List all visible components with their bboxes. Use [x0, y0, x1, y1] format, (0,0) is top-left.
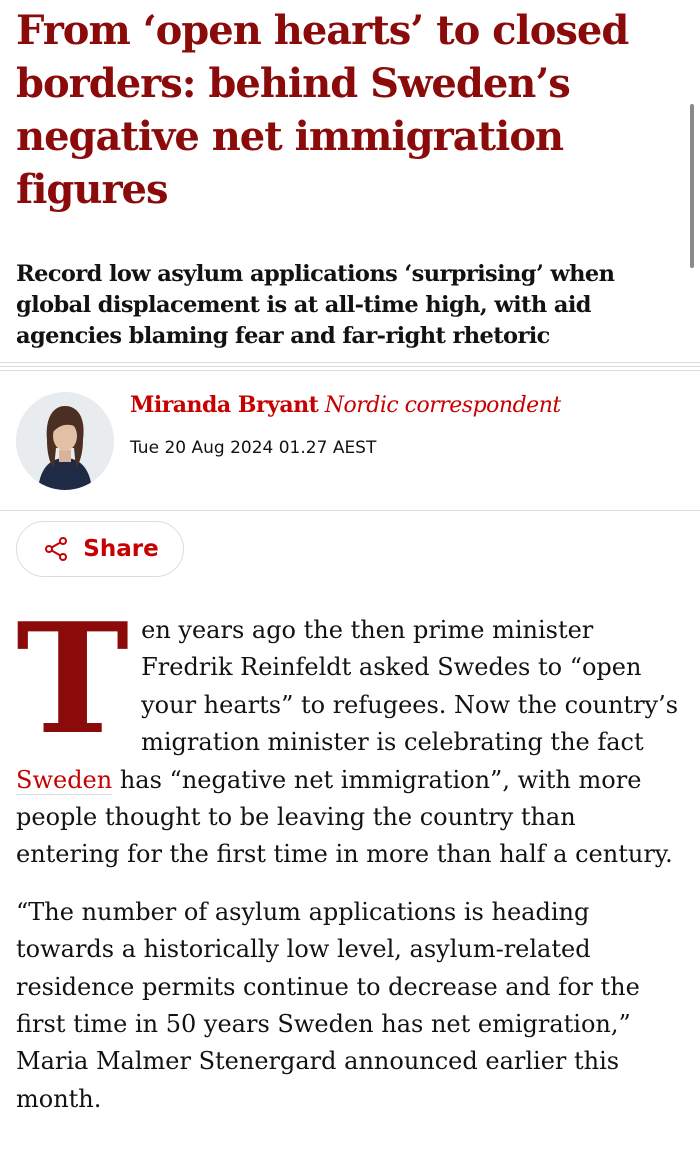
- paragraph-1-text-a: en years ago the then prime minister Fre…: [141, 616, 679, 757]
- share-icon: [45, 537, 68, 561]
- byline-divider: [0, 510, 700, 511]
- scrollbar[interactable]: [690, 104, 694, 268]
- publish-date: Tue 20 Aug 2024 01.27 AEST: [130, 438, 377, 458]
- article-standfirst: Record low asylum applications ‘surprisi…: [16, 261, 615, 349]
- author-avatar[interactable]: [16, 392, 114, 490]
- article-body: Ten years ago the then prime minister Fr…: [16, 589, 684, 1118]
- paragraph-1: Ten years ago the then prime minister Fr…: [16, 589, 684, 874]
- author-name[interactable]: Miranda Bryant: [130, 392, 319, 418]
- share-label: Share: [83, 536, 159, 562]
- author-photo: [16, 392, 114, 490]
- sweden-link[interactable]: Sweden: [16, 765, 113, 795]
- article-headline: From ‘open hearts’ to closed borders: be…: [16, 7, 629, 213]
- share-button[interactable]: Share: [16, 521, 184, 577]
- byline: Miranda Bryant Nordic correspondent: [130, 390, 561, 421]
- author-role: Nordic correspondent: [324, 393, 561, 418]
- drop-cap: T: [16, 589, 130, 768]
- paragraph-2: “The number of asylum applications is he…: [16, 897, 640, 1113]
- paragraph-1-text-b: has “negative net immigration”, with mor…: [16, 765, 673, 869]
- section-divider: [0, 362, 700, 373]
